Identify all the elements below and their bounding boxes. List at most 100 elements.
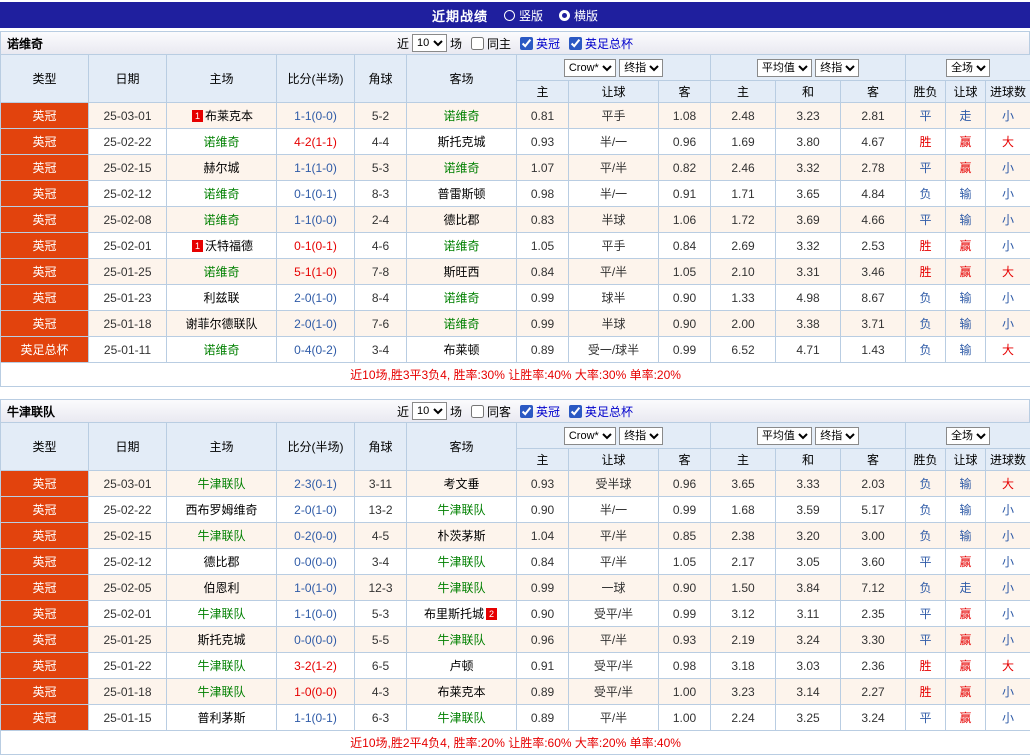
handicap-line-cell: 半/一	[569, 497, 659, 523]
league-type-cell: 英冠	[1, 471, 89, 497]
team-link[interactable]: 诺维奇	[203, 265, 239, 279]
final-odds-select-2[interactable]: 终指	[815, 59, 859, 77]
average-odds-select[interactable]: 平均值	[757, 427, 812, 445]
away-team-cell: 普雷斯顿	[407, 181, 517, 207]
col-header-type: 类型	[1, 55, 89, 103]
team-link[interactable]: 牛津联队	[437, 633, 485, 647]
team-link[interactable]: 谢菲尔德联队	[185, 317, 257, 331]
bookmaker-select[interactable]: Crow*	[564, 427, 616, 445]
team-link[interactable]: 伯恩利	[203, 581, 239, 595]
handicap-line-cell: 受一/球半	[569, 337, 659, 363]
final-odds-select[interactable]: 终指	[619, 427, 663, 445]
home-team-cell: 诺维奇	[167, 207, 277, 233]
team-link[interactable]: 斯旺西	[443, 265, 479, 279]
full-match-select[interactable]: 全场	[946, 427, 990, 445]
result-goals-cell: 小	[986, 285, 1030, 311]
league1-checkbox[interactable]	[520, 405, 533, 418]
full-match-select[interactable]: 全场	[946, 59, 990, 77]
corner-cell: 8-3	[355, 181, 407, 207]
radio-horizontal-layout[interactable]: 横版	[559, 7, 598, 24]
team-link[interactable]: 德比郡	[443, 213, 479, 227]
games-count-select[interactable]: 10	[412, 402, 447, 420]
result-wdl-cell: 负	[906, 337, 946, 363]
team-section-home: 诺维奇 近 10 场 同主 英冠 英足总杯 类型	[0, 31, 1030, 387]
team-link[interactable]: 牛津联队	[437, 503, 485, 517]
same-side-checkbox[interactable]	[471, 405, 484, 418]
match-date-cell: 25-01-11	[89, 337, 167, 363]
team-link[interactable]: 牛津联队	[437, 555, 485, 569]
team-link[interactable]: 诺维奇	[443, 317, 479, 331]
team-link[interactable]: 考文垂	[443, 477, 479, 491]
team-link[interactable]: 布莱克本	[205, 109, 253, 123]
team-link[interactable]: 赫尔城	[203, 161, 239, 175]
team-link[interactable]: 牛津联队	[437, 711, 485, 725]
team-link[interactable]: 西布罗姆维奇	[185, 503, 257, 517]
home-team-cell: 诺维奇	[167, 337, 277, 363]
same-side-checkbox[interactable]	[471, 37, 484, 50]
corner-cell: 13-2	[355, 497, 407, 523]
score-cell: 1-1(0-0)	[277, 207, 355, 233]
radio-vertical-layout[interactable]: 竖版	[504, 7, 543, 24]
handicap-line-cell: 平手	[569, 103, 659, 129]
result-handicap-cell: 赢	[946, 259, 986, 285]
same-side-label: 同客	[487, 403, 511, 420]
team-link[interactable]: 布莱克本	[437, 685, 485, 699]
home-team-cell: 牛津联队	[167, 679, 277, 705]
avg-draw-odds-cell: 3.80	[776, 129, 841, 155]
team-link[interactable]: 牛津联队	[197, 685, 245, 699]
league2-checkbox[interactable]	[569, 405, 582, 418]
team-link[interactable]: 诺维奇	[203, 343, 239, 357]
result-handicap-cell: 赢	[946, 129, 986, 155]
radio-circle-checked-icon[interactable]	[559, 10, 570, 21]
final-odds-select[interactable]: 终指	[619, 59, 663, 77]
score-cell: 2-0(1-0)	[277, 497, 355, 523]
team-link[interactable]: 诺维奇	[203, 135, 239, 149]
league-type-cell: 英冠	[1, 129, 89, 155]
team-link[interactable]: 牛津联队	[437, 581, 485, 595]
average-odds-select[interactable]: 平均值	[757, 59, 812, 77]
match-row: 英冠25-01-23利兹联2-0(1-0)8-4诺维奇0.99球半0.901.3…	[1, 285, 1030, 311]
team-link[interactable]: 沃特福德	[205, 239, 253, 253]
avg-away-odds-cell: 2.78	[841, 155, 906, 181]
home-team-cell: 牛津联队	[167, 653, 277, 679]
team-link[interactable]: 诺维奇	[443, 109, 479, 123]
team-link[interactable]: 斯托克城	[437, 135, 485, 149]
league2-checkbox[interactable]	[569, 37, 582, 50]
bookmaker-select[interactable]: Crow*	[564, 59, 616, 77]
section-divider	[0, 387, 1030, 396]
team-link[interactable]: 诺维奇	[443, 161, 479, 175]
team-link[interactable]: 布里斯托城	[424, 607, 484, 621]
team-link[interactable]: 牛津联队	[197, 529, 245, 543]
team-link[interactable]: 德比郡	[203, 555, 239, 569]
team-link[interactable]: 牛津联队	[197, 659, 245, 673]
radio-circle-icon[interactable]	[504, 10, 515, 21]
games-count-select[interactable]: 10	[412, 34, 447, 52]
team-link[interactable]: 斯托克城	[197, 633, 245, 647]
team-link[interactable]: 普雷斯顿	[437, 187, 485, 201]
team-link[interactable]: 诺维奇	[443, 239, 479, 253]
team-link[interactable]: 诺维奇	[203, 213, 239, 227]
away-team-cell: 诺维奇	[407, 311, 517, 337]
final-odds-select-2[interactable]: 终指	[815, 427, 859, 445]
team-link[interactable]: 卢顿	[449, 659, 473, 673]
team-link[interactable]: 普利茅斯	[197, 711, 245, 725]
result-goals-cell: 大	[986, 337, 1030, 363]
team-link[interactable]: 布莱顿	[443, 343, 479, 357]
avg-draw-odds-cell: 3.05	[776, 549, 841, 575]
team-link[interactable]: 诺维奇	[203, 187, 239, 201]
avg-home-odds-cell: 2.48	[711, 103, 776, 129]
match-date-cell: 25-01-15	[89, 705, 167, 731]
team-link[interactable]: 诺维奇	[443, 291, 479, 305]
avg-draw-odds-cell: 3.65	[776, 181, 841, 207]
team-link[interactable]: 牛津联队	[197, 477, 245, 491]
team-link[interactable]: 朴茨茅斯	[437, 529, 485, 543]
result-goals-cell: 小	[986, 181, 1030, 207]
europe-odds-header: 平均值 终指	[711, 55, 906, 81]
result-handicap-cell: 走	[946, 103, 986, 129]
team-header-bar: 牛津联队 近 10 场 同客 英冠 英足总杯	[0, 399, 1030, 422]
team-link[interactable]: 牛津联队	[197, 607, 245, 621]
team-link[interactable]: 利兹联	[203, 291, 239, 305]
league1-checkbox[interactable]	[520, 37, 533, 50]
home-team-cell: 伯恩利	[167, 575, 277, 601]
away-team-cell: 牛津联队	[407, 549, 517, 575]
